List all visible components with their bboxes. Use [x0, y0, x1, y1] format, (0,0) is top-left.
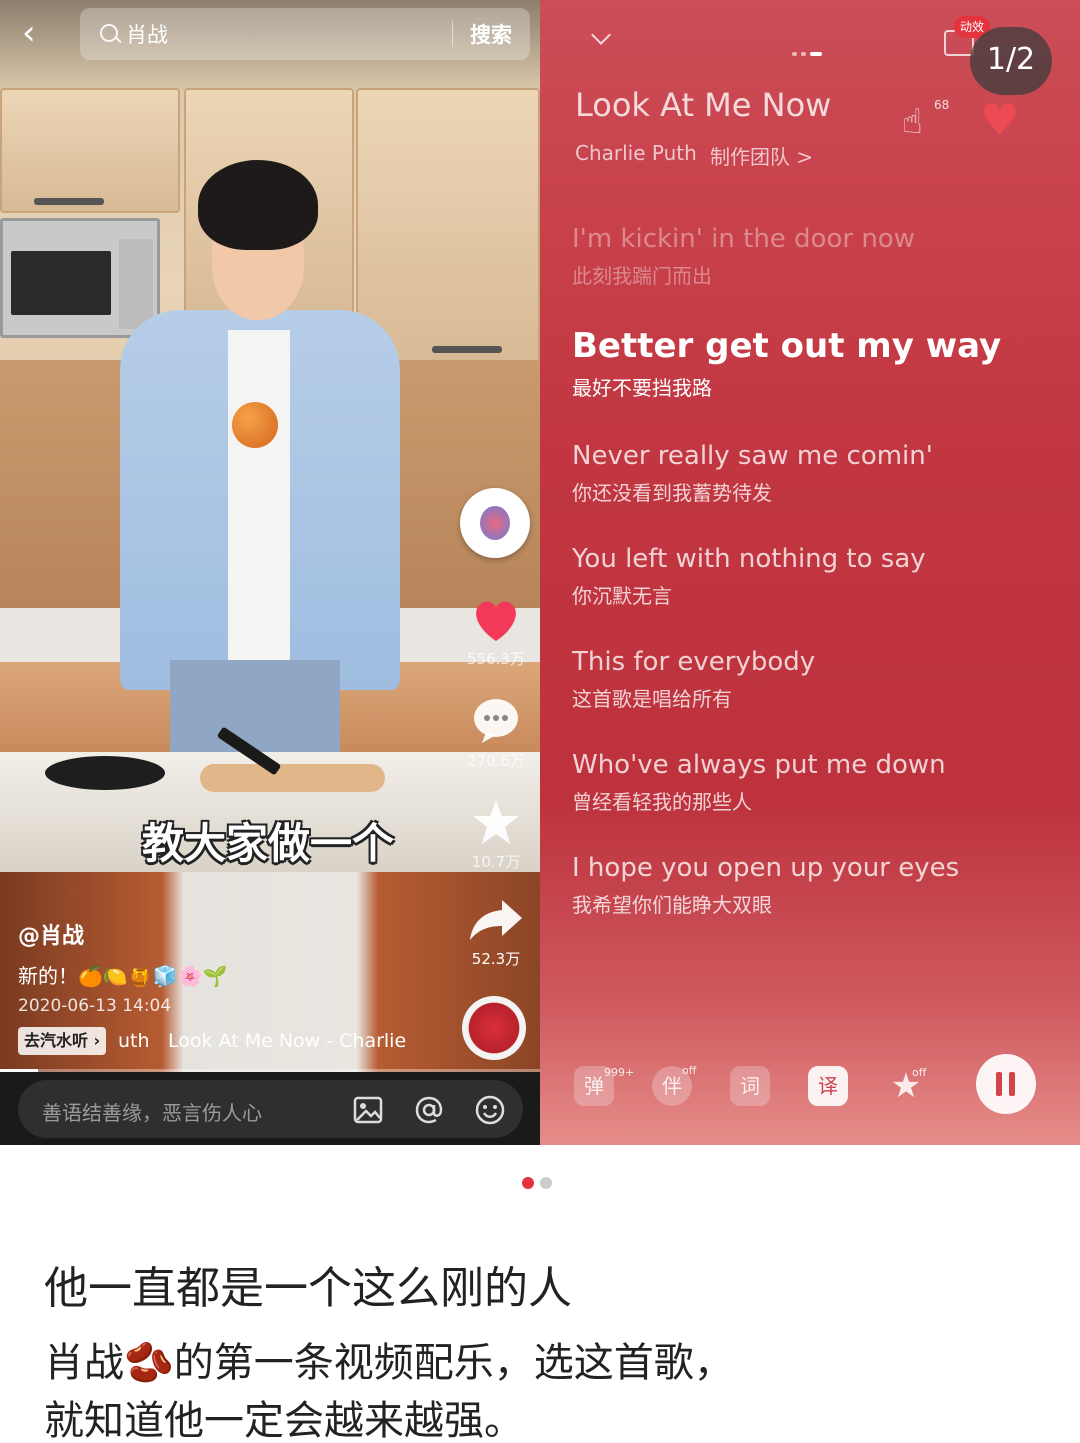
lyric-en: Better get out my way: [572, 326, 1002, 366]
video-caption: 新的！🍊🍋🍯🧊🌸🌱: [18, 964, 228, 988]
comment-bar: 善语结善缘，恶言伤人心: [0, 1072, 540, 1145]
accompany-state: off: [682, 1064, 697, 1077]
post-date: 2020-06-13 14:04: [18, 996, 172, 1016]
lyric-button[interactable]: 词: [730, 1066, 770, 1106]
lyric-zh: 这首歌是唱给所有: [572, 687, 732, 711]
person: [110, 160, 410, 760]
back-icon[interactable]: ‹: [22, 16, 58, 52]
lyric-en: This for everybody: [572, 647, 816, 677]
comment-count: 270.6万: [467, 752, 525, 770]
lyric-zh: 此刻我踹门而出: [572, 264, 712, 288]
search-icon: [100, 24, 118, 42]
danmaku-count: 999+: [604, 1066, 635, 1079]
page-indicator: [792, 41, 832, 56]
lyric-line-active[interactable]: Better get out my way 最好不要挡我路: [572, 326, 1062, 401]
lyric-line[interactable]: I hope you open up your eyes 我希望你们能睁大双眼: [572, 853, 1062, 918]
image-icon[interactable]: [352, 1094, 384, 1126]
lyric-zh: 你沉默无言: [572, 584, 672, 608]
music-disc-icon[interactable]: [460, 488, 530, 558]
cutting-board: [200, 764, 385, 792]
listen-in-qishui-button[interactable]: 去汽水听 ›: [18, 1027, 107, 1055]
post-body: 肖战🫘的第一条视频配乐，选这首歌， 就知道他一定会越来越强。: [44, 1334, 1044, 1443]
lyric-line[interactable]: This for everybody 这首歌是唱给所有: [572, 647, 1062, 712]
comment-icon[interactable]: [462, 696, 530, 746]
share-count: 52.3万: [471, 950, 521, 968]
post-body-line: 肖战🫘的第一条视频配乐，选这首歌，: [44, 1340, 734, 1386]
author-name[interactable]: @肖战: [18, 918, 84, 950]
qishui-label: 去汽水听: [24, 1031, 89, 1050]
music-record-icon[interactable]: [462, 996, 526, 1060]
comment-input[interactable]: 善语结善缘，恶言伤人心: [18, 1080, 523, 1138]
video-subtitle: 教大家做一个: [142, 819, 395, 868]
frying-pan: [45, 756, 165, 790]
track-name[interactable]: Look At Me Now - Charlie: [168, 1030, 406, 1052]
production-team-link[interactable]: 制作团队 >: [710, 141, 813, 170]
favorite-heart-icon[interactable]: ♥: [980, 96, 1030, 146]
favorite-count: 10.7万: [471, 853, 521, 871]
emoji-icon[interactable]: [474, 1094, 506, 1126]
video-panel[interactable]: ‹ 肖战 搜索 556.3万 270.6万 10.7万 52.3万 教大家做一个: [0, 0, 540, 1145]
lyrics-player: 动效 1/2 Look At Me Now Charlie Puth 制作团队 …: [540, 0, 1080, 1145]
comment-placeholder: 善语结善缘，恶言伤人心: [42, 1101, 262, 1125]
lyric-line[interactable]: Never really saw me comin' 你还没看到我蓄势待发: [572, 441, 1062, 506]
search-bar[interactable]: 肖战 搜索: [80, 8, 530, 60]
post-body-line: 就知道他一定会越来越强。: [44, 1398, 524, 1443]
search-divider: [452, 21, 453, 47]
lyric-en: Never really saw me comin': [572, 441, 933, 471]
lyric-en: I'm kickin' in the door now: [572, 224, 915, 254]
search-input[interactable]: 肖战: [126, 19, 168, 49]
lyric-zh: 我希望你们能睁大双眼: [572, 893, 772, 917]
cabinet-handle: [34, 198, 104, 205]
lyric-en: You left with nothing to say: [572, 544, 926, 574]
thumbs-up-count: 68: [934, 98, 950, 112]
collapse-chevron-icon[interactable]: [591, 25, 611, 45]
lyric-line[interactable]: Who've always put me down 曾经看轻我的那些人: [572, 750, 1062, 815]
song-title: Look At Me Now: [575, 86, 832, 124]
star-effect-state: off: [912, 1066, 927, 1079]
orange: [232, 402, 278, 448]
search-button[interactable]: 搜索: [470, 19, 512, 49]
track-name-fragment: uth: [118, 1030, 150, 1052]
share-icon[interactable]: [462, 896, 530, 946]
image-page-counter: 1/2: [970, 27, 1052, 95]
lyric-zh: 你还没看到我蓄势待发: [572, 481, 772, 505]
lyric-en: I hope you open up your eyes: [572, 853, 960, 883]
post-title: 他一直都是一个这么刚的人: [44, 1263, 572, 1314]
pause-button[interactable]: [976, 1054, 1036, 1114]
favorite-star-icon[interactable]: [462, 798, 530, 848]
translate-button[interactable]: 译: [808, 1066, 848, 1106]
mention-icon[interactable]: [413, 1094, 445, 1126]
cabinet-handle: [432, 346, 502, 353]
lyric-line[interactable]: You left with nothing to say 你沉默无言: [572, 544, 1062, 609]
lyric-en: Who've always put me down: [572, 750, 946, 780]
artist-name[interactable]: Charlie Puth: [575, 141, 697, 165]
lyric-zh: 最好不要挡我路: [572, 376, 712, 400]
lyric-zh: 曾经看轻我的那些人: [572, 790, 752, 814]
like-count: 556.3万: [467, 650, 525, 668]
carousel-dots: [522, 1174, 562, 1189]
like-heart-icon[interactable]: [462, 594, 530, 644]
screenshot: ‹ 肖战 搜索 556.3万 270.6万 10.7万 52.3万 教大家做一个: [0, 0, 1080, 1443]
lyric-line[interactable]: I'm kickin' in the door now 此刻我踹门而出: [572, 224, 1062, 289]
